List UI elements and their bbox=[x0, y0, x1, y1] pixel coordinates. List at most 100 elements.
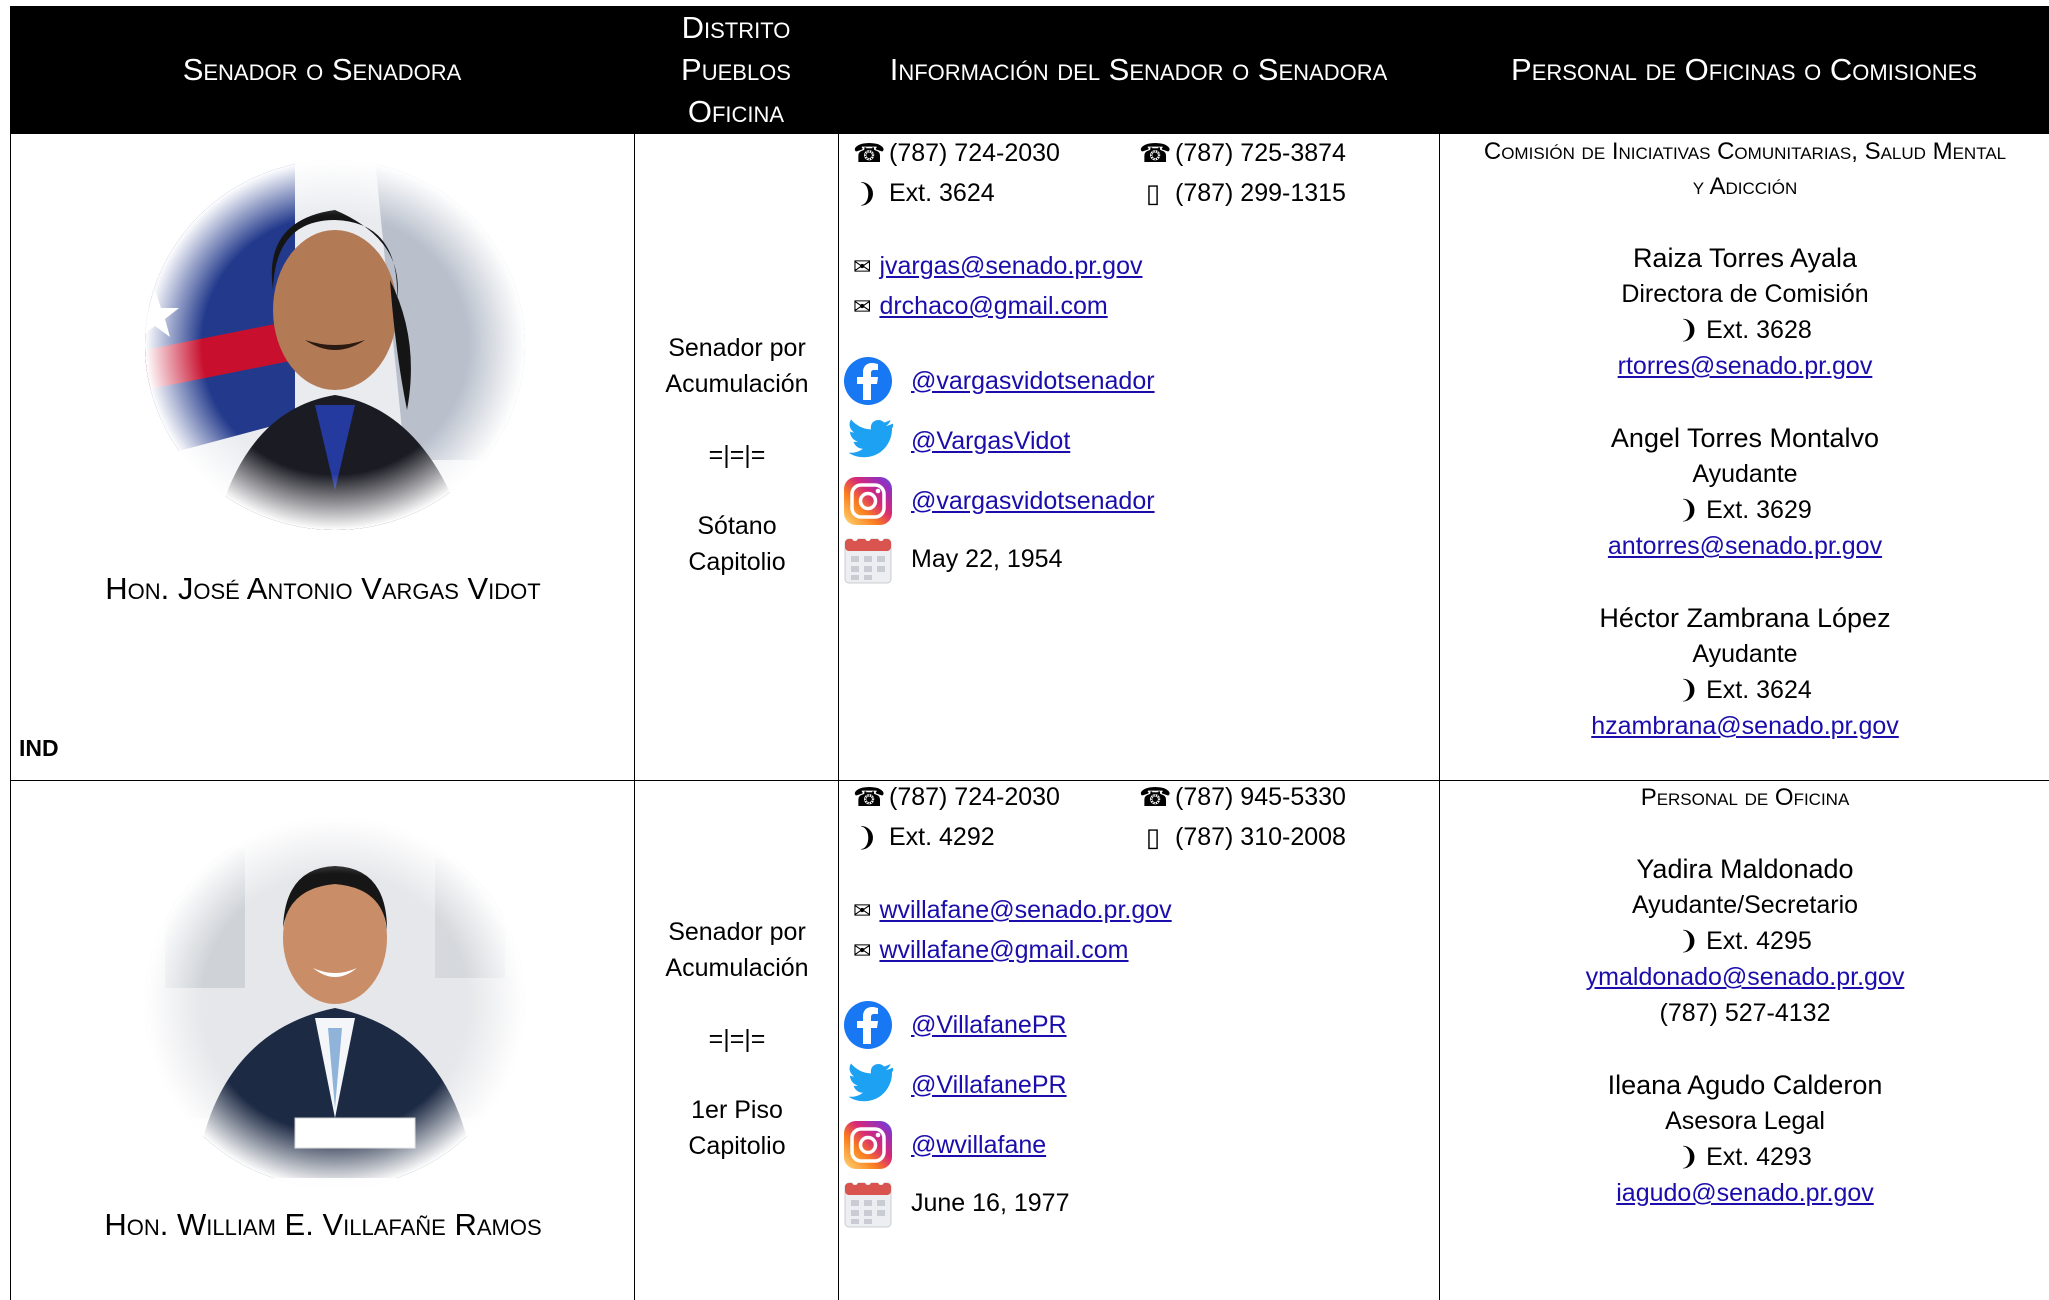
email-link[interactable]: wvillafane@senado.pr.gov bbox=[879, 896, 1171, 925]
extension-number: Ext. 3624 bbox=[889, 179, 995, 207]
staff-member: Héctor Zambrana López Ayudante ❩ Ext. 36… bbox=[1440, 600, 2049, 744]
birthday-text: June 16, 1977 bbox=[911, 1188, 1070, 1217]
table-row: Hon. José Antonio Vargas Vidot IND Senad… bbox=[10, 134, 2049, 781]
office-line2: Capitolio bbox=[688, 548, 786, 576]
twitter-link[interactable]: @VillafanePR bbox=[911, 1071, 1067, 1100]
direct-phone: ☎ (787) 725-3874 bbox=[1139, 138, 1346, 169]
district-cell: Senador por Acumulación =|=|= Sótano Cap… bbox=[634, 134, 839, 780]
birthday-row: May 22, 1954 bbox=[843, 534, 1063, 584]
senator-name: Hon. William E. Villafañe Ramos bbox=[104, 1207, 542, 1242]
instagram-link[interactable]: @wvillafane bbox=[911, 1131, 1046, 1160]
district-block: Senador por Acumulación =|=|= Sótano Cap… bbox=[635, 330, 839, 580]
facebook-link[interactable]: @vargasvidotsenador bbox=[911, 367, 1155, 396]
office-line1: Sótano bbox=[697, 512, 777, 540]
staff-member: Ileana Agudo Calderon Asesora Legal ❩ Ex… bbox=[1440, 1067, 2049, 1211]
info-cell: ☎ (787) 724-2030 ❩ Ext. 3624 ☎ (787) 725… bbox=[838, 134, 1440, 780]
staff-role: Ayudante bbox=[1692, 460, 1798, 488]
header-district: Distrito Pueblos Oficina bbox=[634, 6, 838, 134]
mobile-icon: ▯ bbox=[1145, 178, 1161, 208]
staff-extension: ❩ Ext. 3624 bbox=[1678, 676, 1812, 704]
staff-cell: Personal de Oficina Yadira Maldonado Ayu… bbox=[1439, 780, 2049, 1300]
mobile-phone: ▯ (787) 310-2008 bbox=[1139, 822, 1346, 853]
district-line1: Senador por bbox=[668, 334, 806, 362]
district-block: Senador por Acumulación =|=|= 1er Piso C… bbox=[635, 914, 839, 1164]
facebook-row: @vargasvidotsenador bbox=[843, 356, 1155, 406]
extension-number: Ext. 4292 bbox=[889, 823, 995, 851]
email-link[interactable]: jvargas@senado.pr.gov bbox=[879, 252, 1142, 281]
staff-member: Angel Torres Montalvo Ayudante ❩ Ext. 36… bbox=[1440, 420, 2049, 564]
senator-photo bbox=[145, 818, 525, 1188]
twitter-icon bbox=[843, 1060, 893, 1110]
twitter-icon bbox=[843, 416, 893, 466]
senator-cell: Hon. William E. Villafañe Ramos bbox=[10, 780, 635, 1300]
staff-email-link[interactable]: iagudo@senado.pr.gov bbox=[1616, 1179, 1874, 1207]
table-row: Hon. William E. Villafañe Ramos Senador … bbox=[10, 780, 2049, 1300]
twitter-row: @VillafanePR bbox=[843, 1060, 1067, 1110]
office-extension: ❩ Ext. 4292 bbox=[853, 822, 995, 853]
district-line1: Senador por bbox=[668, 918, 806, 946]
email-row: ✉ jvargas@senado.pr.gov bbox=[853, 252, 1142, 281]
phone-icon: ☎ bbox=[1139, 138, 1172, 168]
extension-icon: ❩ bbox=[856, 178, 878, 208]
staff-email-link[interactable]: ymaldonado@senado.pr.gov bbox=[1586, 963, 1905, 991]
office-staff-heading: Personal de Oficina bbox=[1640, 784, 1850, 811]
phone-number: (787) 724-2030 bbox=[889, 783, 1060, 811]
committee-heading-line2: y Adicción bbox=[1692, 173, 1798, 200]
facebook-link[interactable]: @VillafanePR bbox=[911, 1011, 1067, 1040]
mobile-number: (787) 310-2008 bbox=[1175, 823, 1346, 851]
instagram-row: @wvillafane bbox=[843, 1120, 1046, 1170]
email-link[interactable]: drchaco@gmail.com bbox=[879, 292, 1107, 321]
staff-name: Yadira Maldonado bbox=[1636, 854, 1854, 884]
direct-phone: ☎ (787) 945-5330 bbox=[1139, 782, 1346, 813]
instagram-link[interactable]: @vargasvidotsenador bbox=[911, 487, 1155, 516]
staff-email-link[interactable]: rtorres@senado.pr.gov bbox=[1618, 352, 1873, 380]
committee-heading: Comisión de Iniciativas Comunitarias, Sa… bbox=[1440, 134, 2049, 204]
email-icon: ✉ bbox=[853, 253, 872, 279]
district-line2: Acumulación bbox=[665, 370, 809, 398]
instagram-icon bbox=[843, 1120, 893, 1170]
email-icon: ✉ bbox=[853, 937, 872, 963]
office-line1: 1er Piso bbox=[691, 1096, 783, 1124]
extension-icon: ❩ bbox=[1678, 676, 1700, 704]
instagram-icon bbox=[843, 476, 893, 526]
facebook-row: @VillafanePR bbox=[843, 1000, 1067, 1050]
calendar-icon bbox=[843, 534, 893, 584]
twitter-link[interactable]: @VargasVidot bbox=[911, 427, 1070, 456]
senator-name: Hon. José Antonio Vargas Vidot bbox=[105, 571, 541, 606]
staff-email-link[interactable]: antorres@senado.pr.gov bbox=[1608, 532, 1882, 560]
staff-email-link[interactable]: hzambrana@senado.pr.gov bbox=[1591, 712, 1899, 740]
extension-icon: ❩ bbox=[1678, 496, 1700, 524]
mobile-number: (787) 299-1315 bbox=[1175, 179, 1346, 207]
phone-number: (787) 724-2030 bbox=[889, 139, 1060, 167]
header-senator: Senador o Senadora bbox=[182, 52, 462, 87]
extension-icon: ❩ bbox=[1678, 927, 1700, 955]
staff-name: Héctor Zambrana López bbox=[1599, 603, 1891, 633]
extension-icon: ❩ bbox=[1678, 1143, 1700, 1171]
extension-icon: ❩ bbox=[856, 822, 878, 852]
email-icon: ✉ bbox=[853, 897, 872, 923]
phone-number: (787) 945-5330 bbox=[1175, 783, 1346, 811]
staff-role: Asesora Legal bbox=[1665, 1107, 1825, 1135]
staff-role: Directora de Comisión bbox=[1621, 280, 1869, 308]
facebook-icon bbox=[843, 1000, 893, 1050]
facebook-icon bbox=[843, 356, 893, 406]
email-link[interactable]: wvillafane@gmail.com bbox=[879, 936, 1128, 965]
header-info: Información del Senador o Senadora bbox=[889, 52, 1388, 87]
staff-extension: ❩ Ext. 4295 bbox=[1678, 927, 1812, 955]
staff-member: Raiza Torres Ayala Directora de Comisión… bbox=[1440, 240, 2049, 384]
birthday-text: May 22, 1954 bbox=[911, 544, 1063, 573]
extension-icon: ❩ bbox=[1678, 316, 1700, 344]
separator: =|=|= bbox=[708, 1025, 766, 1053]
phone-icon: ☎ bbox=[1139, 782, 1172, 812]
office-extension: ❩ Ext. 3624 bbox=[853, 178, 995, 209]
staff-name: Raiza Torres Ayala bbox=[1632, 243, 1858, 273]
staff-extension: ❩ Ext. 3628 bbox=[1678, 316, 1812, 344]
header-district-line2: Pueblos bbox=[681, 52, 791, 87]
staff-name: Angel Torres Montalvo bbox=[1610, 423, 1880, 453]
phone-icon: ☎ bbox=[853, 138, 886, 168]
info-cell: ☎ (787) 724-2030 ❩ Ext. 4292 ☎ (787) 945… bbox=[838, 780, 1440, 1300]
senator-cell: Hon. José Antonio Vargas Vidot IND bbox=[10, 134, 635, 780]
email-icon: ✉ bbox=[853, 293, 872, 319]
staff-cell: Comisión de Iniciativas Comunitarias, Sa… bbox=[1439, 134, 2049, 780]
committee-heading-line1: Comisión de Iniciativas Comunitarias, Sa… bbox=[1483, 138, 2007, 165]
